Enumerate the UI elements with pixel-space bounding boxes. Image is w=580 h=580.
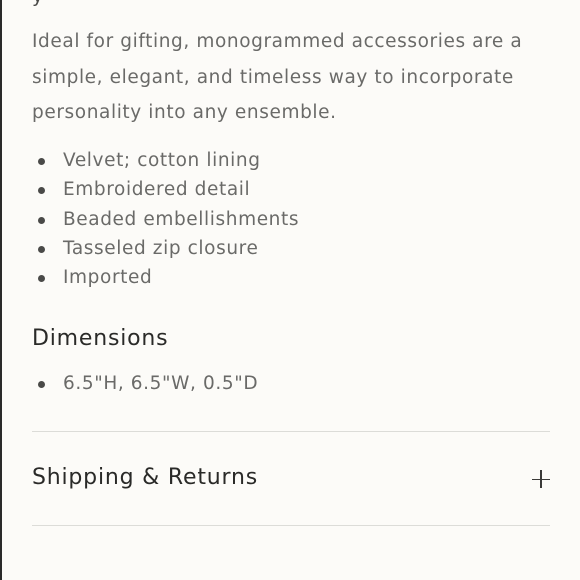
feature-text: Tasseled zip closure	[63, 237, 259, 259]
feature-item: Embroidered detail	[32, 175, 299, 204]
dimension-text: 6.5"H, 6.5"W, 0.5"D	[63, 373, 259, 394]
feature-text: Velvet; cotton lining	[63, 150, 261, 171]
feature-text: Beaded embellishments	[63, 208, 300, 230]
shipping-returns-title: Shipping & Returns	[32, 465, 258, 490]
viewport-edge	[0, 0, 2, 580]
dimensions-list: 6.5"H, 6.5"W, 0.5"D	[32, 369, 258, 398]
bullet-icon	[38, 381, 45, 388]
product-description: Ideal for gifting, monogrammed accessori…	[32, 31, 523, 123]
feature-text: Imported	[63, 267, 153, 289]
bullet-icon	[38, 216, 45, 224]
cutoff-heading-fragment: y	[32, 0, 43, 6]
divider	[32, 431, 550, 432]
feature-item: Velvet; cotton lining	[32, 146, 299, 175]
feature-item: Beaded embellishments	[32, 205, 299, 234]
bullet-icon	[38, 158, 45, 165]
feature-item: Imported	[32, 263, 299, 292]
bullet-icon	[38, 275, 45, 283]
feature-item: Tasseled zip closure	[32, 234, 299, 263]
feature-list: Velvet; cotton lining Embroidered detail…	[32, 146, 299, 292]
divider	[32, 525, 550, 526]
plus-icon[interactable]	[532, 470, 550, 488]
feature-text: Embroidered detail	[63, 179, 251, 201]
bullet-icon	[38, 245, 45, 253]
dimension-item: 6.5"H, 6.5"W, 0.5"D	[32, 369, 258, 398]
shipping-returns-accordion[interactable]: Shipping & Returns	[32, 445, 550, 511]
dimensions-heading: Dimensions	[32, 326, 169, 351]
bullet-icon	[38, 187, 45, 195]
